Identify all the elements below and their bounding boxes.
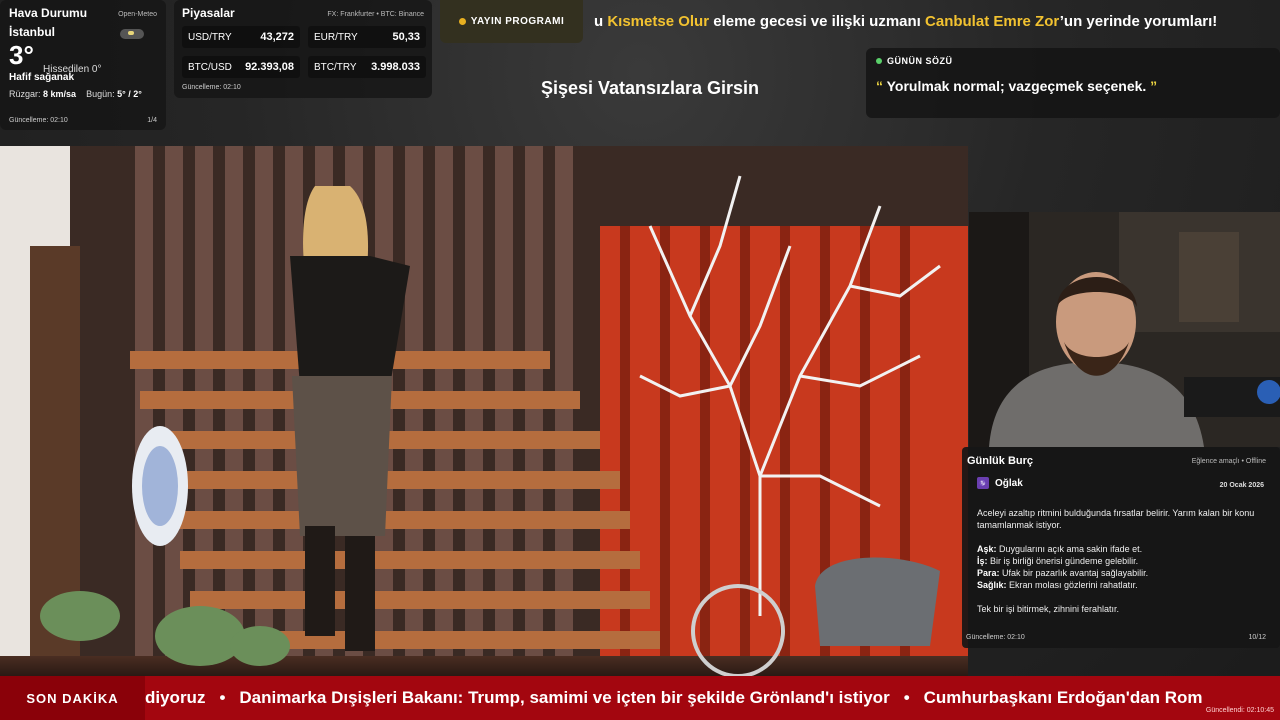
ticker-mid: eleme gecesi ve ilişki uzmanı bbox=[709, 13, 926, 30]
money-text: Ufak bir pazarlık avantaj sağlayabilir. bbox=[999, 568, 1149, 578]
health-label: Sağlık: bbox=[977, 580, 1007, 590]
stream-overlay: Hava Durumu Open-Meteo İstanbul 3° Hisse… bbox=[0, 0, 1280, 720]
today-value: 5° / 2° bbox=[117, 89, 142, 99]
market-value: 92.393,08 bbox=[245, 61, 294, 73]
horoscope-tag: Eğlence amaçlı • Offline bbox=[1191, 458, 1266, 465]
horoscope-closing: Tek bir işi bitirmek, zihnini ferahlatır… bbox=[977, 604, 1120, 614]
work-label: İş: bbox=[977, 556, 988, 566]
ticker-highlight-guest: Canbulat Emre Zor bbox=[925, 13, 1060, 30]
live-dot-icon bbox=[876, 58, 882, 64]
webcam-feed bbox=[969, 212, 1280, 447]
schedule-label-text: YAYIN PROGRAMI bbox=[470, 16, 565, 27]
horoscope-health: Sağlık: Ekran molası gözlerini rahatlatı… bbox=[977, 579, 1267, 591]
market-eur-try: EUR/TRY 50,33 bbox=[308, 26, 426, 48]
breaking-news-bar: SON DAKİKA diyoruz • Danimarka Dışişleri B… bbox=[0, 676, 1280, 720]
horoscope-body: Aceleyi azaltıp ritmini bulduğunda fırsa… bbox=[977, 507, 1267, 615]
quote-widget: GÜNÜN SÖZÜ “ Yorulmak normal; vazgeçmek … bbox=[866, 48, 1280, 118]
market-btc-try: BTC/TRY 3.998.033 bbox=[308, 56, 426, 78]
love-text: Duygularını açık ama sakin ifade et. bbox=[996, 544, 1143, 554]
breaking-news-ticker: diyoruz • Danimarka Dışişleri Bakanı: Trum… bbox=[145, 688, 1203, 708]
weather-updated: Güncelleme: 02:10 bbox=[9, 117, 68, 124]
horoscope-work: İş: Bir iş birliği önerisi gündeme geleb… bbox=[977, 555, 1267, 567]
health-text: Ekran molası gözlerini rahatlatır. bbox=[1006, 580, 1138, 590]
horoscope-intro: Aceleyi azaltıp ritmini bulduğunda fırsa… bbox=[977, 508, 1255, 530]
horoscope-date: 20 Ocak 2026 bbox=[1219, 482, 1264, 489]
horoscope-widget: Günlük Burç Eğlence amaçlı • Offline ♑ O… bbox=[962, 447, 1280, 648]
news-item: Cumhurbaşkanı Erdoğan'dan Rom bbox=[923, 688, 1203, 707]
weather-page: 1/4 bbox=[147, 117, 157, 124]
market-value: 3.998.033 bbox=[371, 61, 420, 73]
market-label: EUR/TRY bbox=[314, 31, 358, 43]
schedule-label: YAYIN PROGRAMI bbox=[440, 0, 583, 43]
markets-widget: Piyasalar FX: Frankfurter • BTC: Binance… bbox=[174, 0, 432, 98]
weather-source: Open-Meteo bbox=[118, 11, 157, 18]
wind-value: 8 km/sa bbox=[43, 89, 77, 99]
schedule-ticker: u Kısmetse Olur eleme gecesi ve ilişki u… bbox=[594, 13, 1280, 30]
wind-label: Rüzgar: bbox=[9, 89, 41, 99]
market-value: 43,272 bbox=[260, 31, 294, 43]
work-text: Bir iş birliği önerisi gündeme gelebilir… bbox=[987, 556, 1139, 566]
weather-widget: Hava Durumu Open-Meteo İstanbul 3° Hisse… bbox=[0, 0, 166, 130]
market-label: BTC/USD bbox=[188, 61, 232, 73]
love-label: Aşk: bbox=[977, 544, 997, 554]
breaking-news-label: SON DAKİKA bbox=[0, 676, 145, 720]
market-label: USD/TRY bbox=[188, 31, 232, 43]
today-label: Bugün: bbox=[86, 89, 115, 99]
markets-source: FX: Frankfurter • BTC: Binance bbox=[327, 11, 424, 18]
horoscope-sign-name: Oğlak bbox=[995, 477, 1023, 489]
market-label: BTC/TRY bbox=[314, 61, 357, 73]
horoscope-updated: Güncelleme: 02:10 bbox=[966, 634, 1025, 641]
news-separator: • bbox=[219, 688, 226, 707]
video-frame bbox=[0, 146, 968, 676]
horoscope-money: Para: Ufak bir pazarlık avantaj sağlayab… bbox=[977, 567, 1267, 579]
market-value: 50,33 bbox=[392, 31, 420, 43]
weather-temperature: 3° bbox=[9, 40, 34, 70]
market-usd-try: USD/TRY 43,272 bbox=[182, 26, 300, 48]
news-separator: • bbox=[903, 688, 910, 707]
news-item: diyoruz bbox=[145, 688, 206, 707]
horoscope-page: 10/12 bbox=[1248, 634, 1266, 641]
horoscope-love: Aşk: Duygularını açık ama sakin ifade et… bbox=[977, 543, 1267, 555]
webcam-frame bbox=[969, 212, 1280, 447]
schedule-dot-icon bbox=[458, 18, 466, 25]
ticker-highlight-show: Kısmetse Olur bbox=[607, 13, 710, 30]
weather-wind-row: Rüzgar: 8 km/sa Bugün: 5° / 2° bbox=[9, 89, 157, 99]
capricorn-icon: ♑ bbox=[977, 477, 989, 489]
money-label: Para: bbox=[977, 568, 1000, 578]
quote-label-text: GÜNÜN SÖZÜ bbox=[887, 56, 953, 66]
news-updated: Güncellendi: 02:10:45 bbox=[1205, 707, 1274, 714]
main-video bbox=[0, 146, 968, 676]
quote-text: “ Yorulmak normal; vazgeçmek seçenek. ” bbox=[876, 78, 1270, 94]
ticker-pre: u bbox=[594, 13, 608, 30]
cloud-rain-icon bbox=[120, 29, 144, 39]
ticker-post: ’un yerinde yorumları! bbox=[1059, 13, 1218, 30]
quote-open-mark: “ bbox=[876, 78, 883, 94]
weather-feels-like: Hissedilen 0° bbox=[43, 64, 102, 75]
show-title: Şişesi Vatansızlara Girsin bbox=[540, 78, 760, 98]
news-item: Danimarka Dışişleri Bakanı: Trump, samim… bbox=[239, 688, 890, 707]
quote-label: GÜNÜN SÖZÜ bbox=[876, 56, 1270, 66]
markets-updated: Güncelleme: 02:10 bbox=[182, 84, 241, 91]
quote-body: Yorulmak normal; vazgeçmek seçenek. bbox=[883, 78, 1151, 94]
market-btc-usd: BTC/USD 92.393,08 bbox=[182, 56, 300, 78]
quote-close-mark: ” bbox=[1150, 78, 1158, 94]
